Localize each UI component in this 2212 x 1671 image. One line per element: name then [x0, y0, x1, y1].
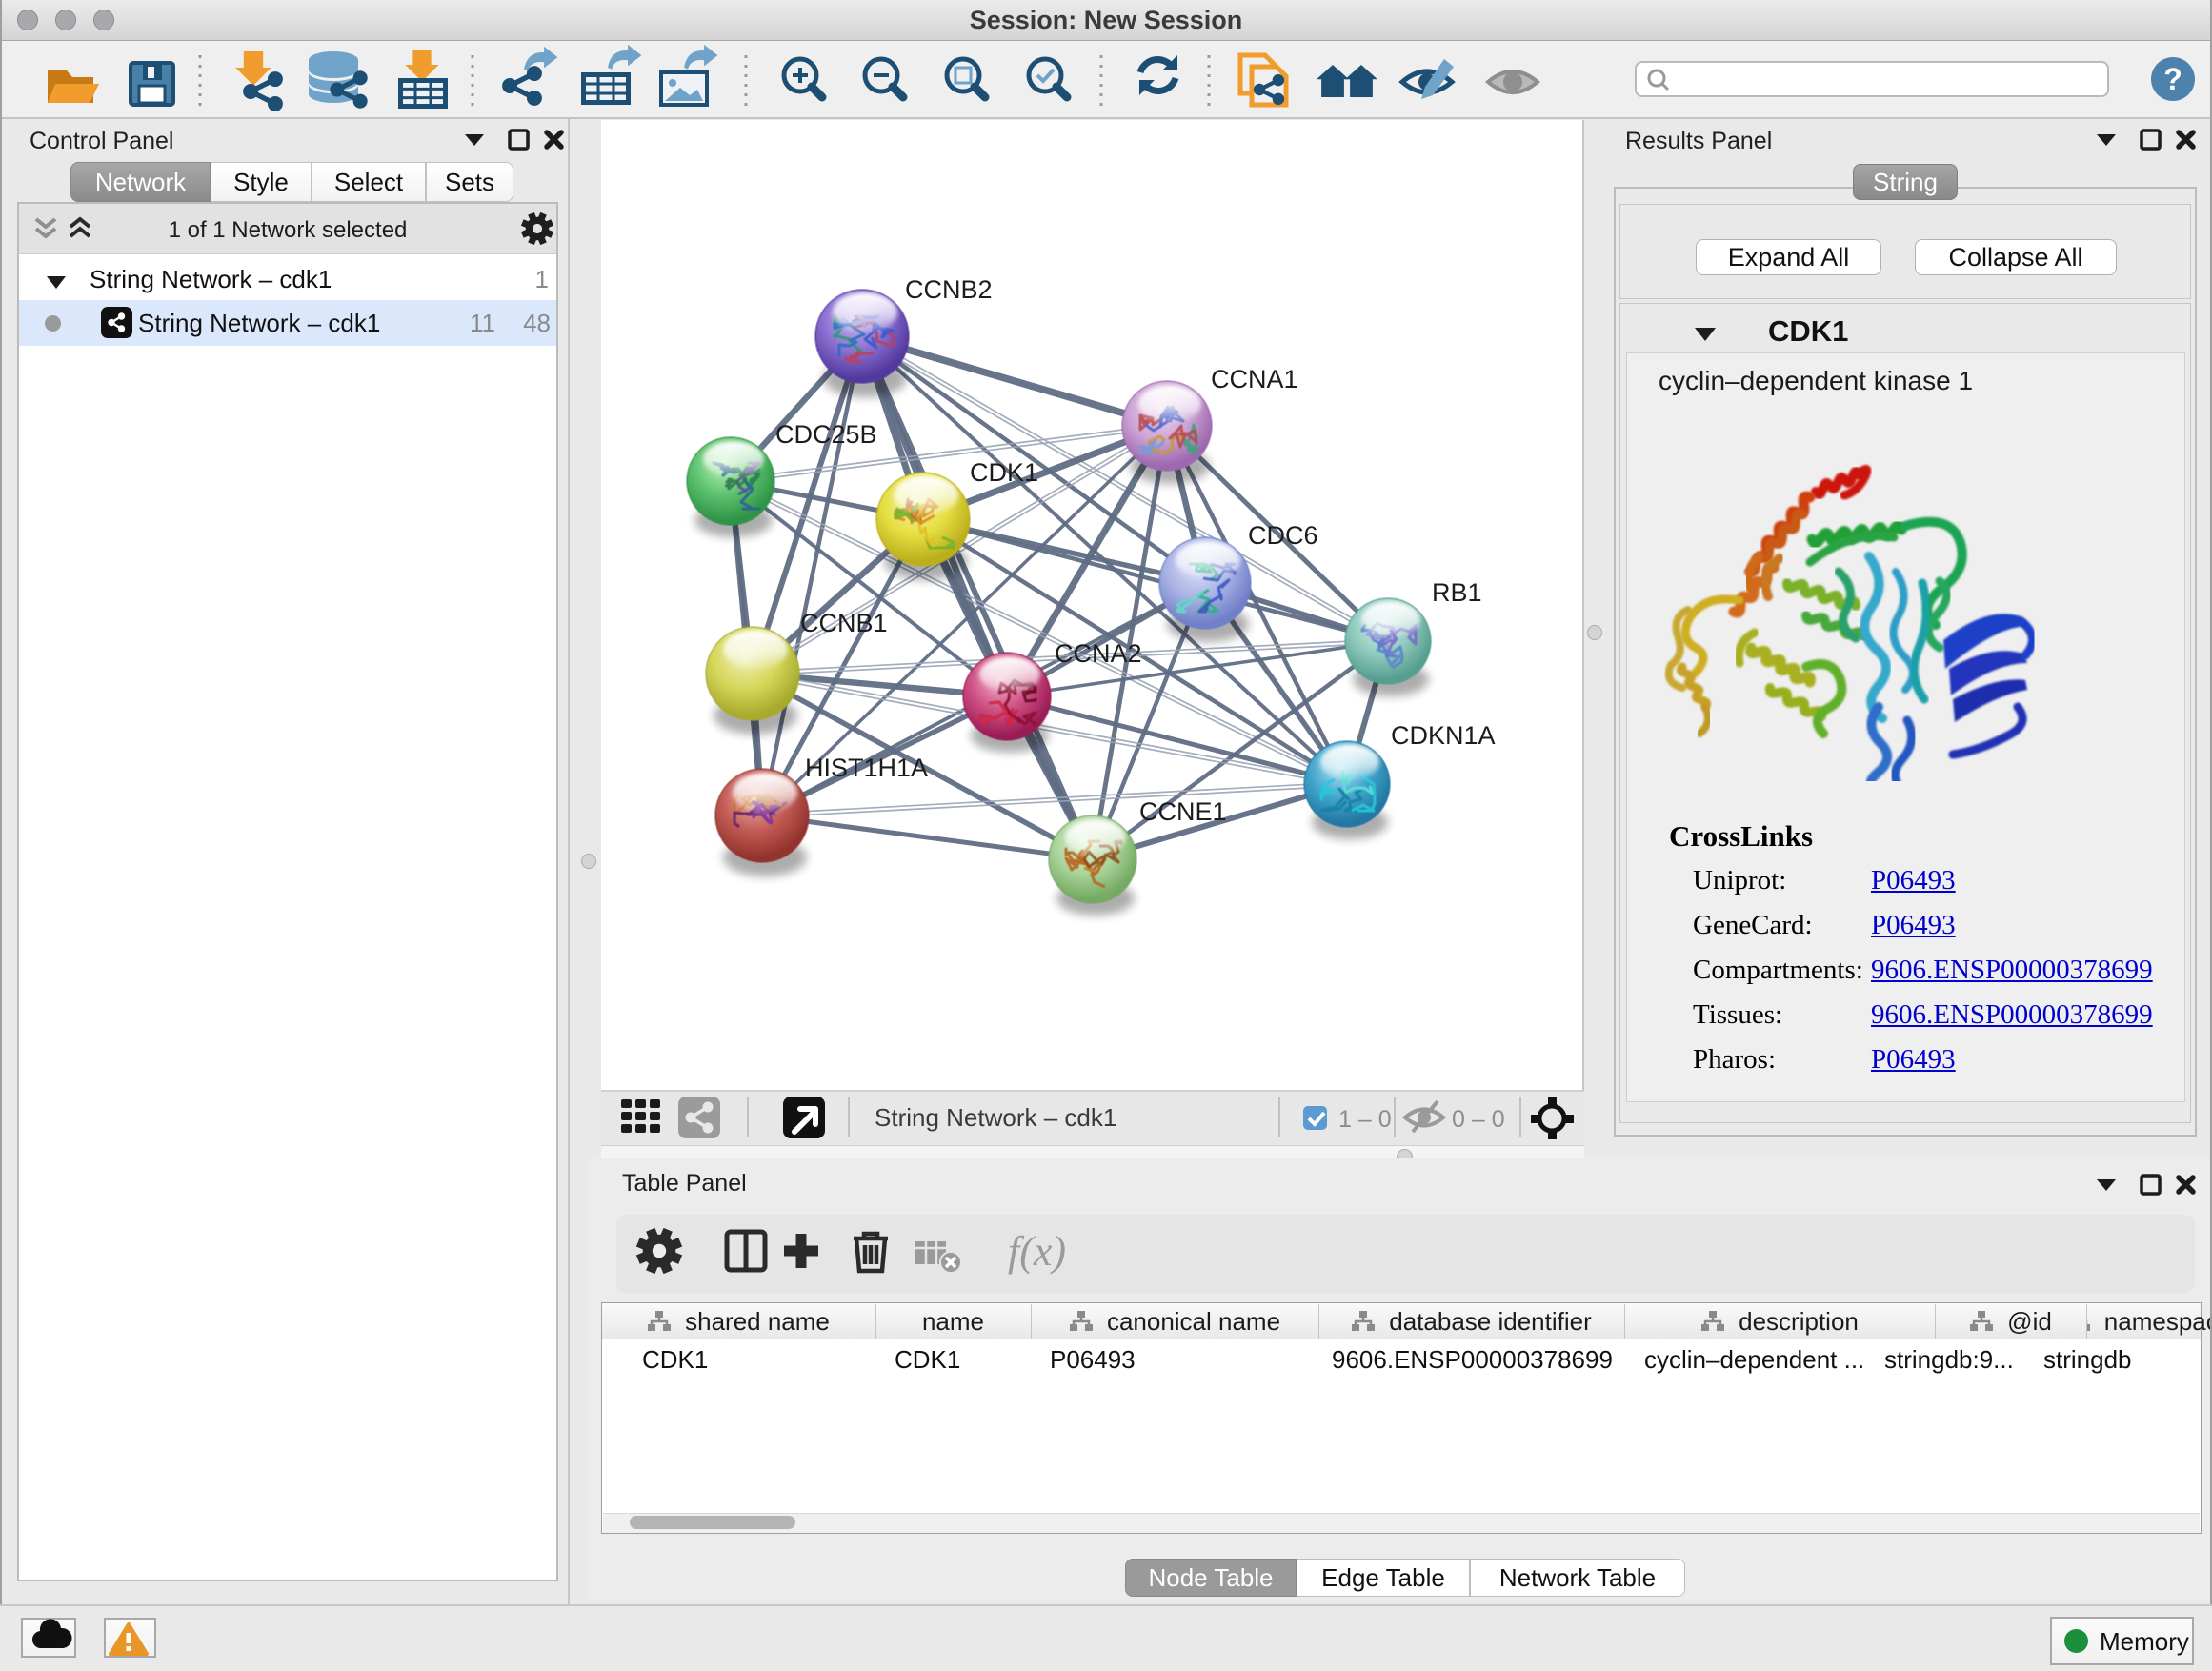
- svg-text:HIST1H1A: HIST1H1A: [805, 754, 928, 782]
- svg-text:CDC6: CDC6: [1248, 521, 1318, 550]
- svg-text:CCNA2: CCNA2: [1055, 639, 1142, 668]
- svg-text:CCNB2: CCNB2: [905, 275, 993, 304]
- svg-text:CDK1: CDK1: [970, 458, 1038, 487]
- svg-text:CCNA1: CCNA1: [1211, 365, 1298, 393]
- svg-text:CCNE1: CCNE1: [1139, 797, 1227, 826]
- svg-text:CDC25B: CDC25B: [775, 420, 877, 449]
- svg-text:CDKN1A: CDKN1A: [1391, 721, 1496, 750]
- svg-text:RB1: RB1: [1432, 578, 1482, 607]
- svg-text:CCNB1: CCNB1: [800, 609, 888, 637]
